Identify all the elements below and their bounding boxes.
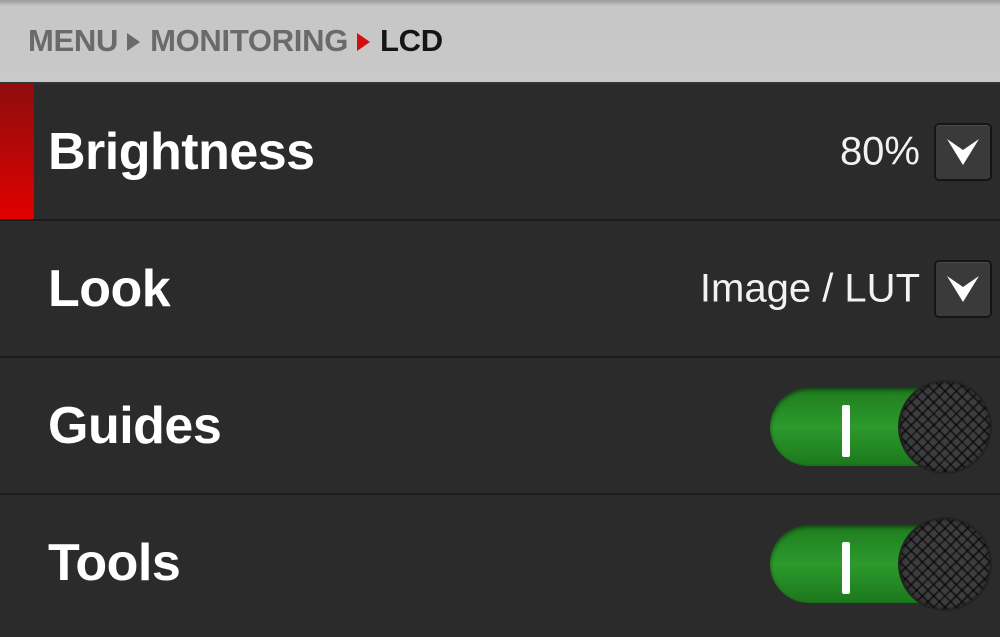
guides-toggle[interactable]: [770, 381, 994, 472]
settings-list: Brightness 80% Look Image / LUT Guides T…: [0, 82, 1000, 637]
chevron-right-icon: [357, 33, 371, 51]
setting-label: Tools: [48, 533, 181, 592]
breadcrumb: MENU MONITORING LCD: [0, 0, 1000, 82]
toggle-knob[interactable]: [900, 518, 990, 609]
tools-toggle[interactable]: [770, 518, 994, 609]
setting-label: Guides: [48, 396, 222, 455]
breadcrumb-menu[interactable]: MENU: [28, 23, 118, 59]
setting-row-guides[interactable]: Guides: [0, 356, 1000, 493]
setting-label: Brightness: [48, 122, 315, 181]
toggle-on-icon: [842, 404, 850, 457]
setting-row-tools[interactable]: Tools: [0, 493, 1000, 630]
setting-row-brightness[interactable]: Brightness 80%: [0, 82, 1000, 219]
breadcrumb-monitoring[interactable]: MONITORING: [150, 23, 348, 59]
look-value: Image / LUT: [699, 266, 920, 310]
toggle-knob[interactable]: [900, 381, 990, 472]
toggle-on-icon: [842, 541, 850, 594]
chevron-down-icon: [947, 138, 979, 165]
brightness-dropdown-button[interactable]: [934, 122, 992, 181]
setting-label: Look: [48, 259, 171, 318]
chevron-down-icon: [947, 275, 979, 302]
brightness-value: 80%: [839, 129, 920, 173]
chevron-right-icon: [127, 33, 141, 51]
lcd-menu-screen: MENU MONITORING LCD Brightness 80% Look …: [0, 0, 1000, 637]
breadcrumb-current: LCD: [380, 23, 443, 58]
look-dropdown-button[interactable]: [934, 259, 992, 318]
setting-row-look[interactable]: Look Image / LUT: [0, 219, 1000, 356]
selection-indicator: [0, 84, 34, 219]
